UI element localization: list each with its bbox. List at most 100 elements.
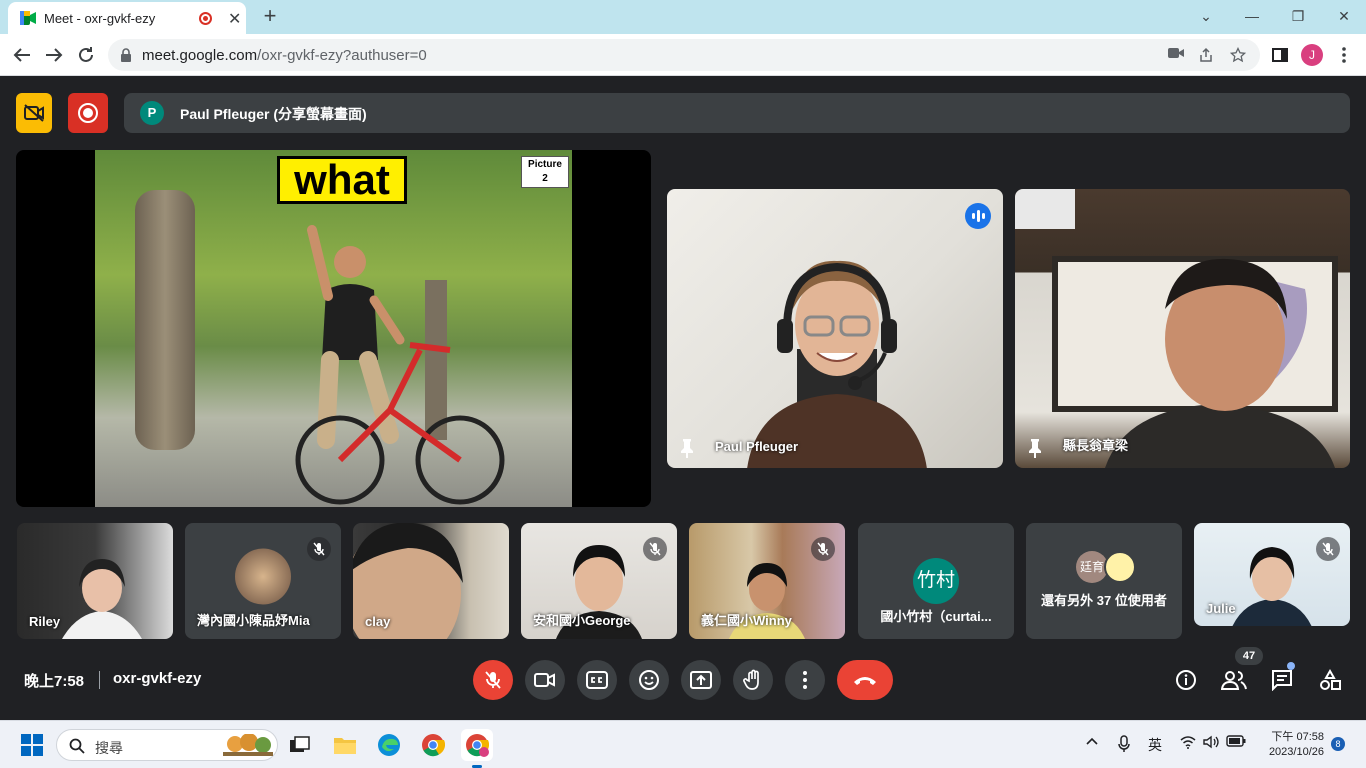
side-panel-icon <box>1272 48 1288 62</box>
participant-tile-paul[interactable]: Paul Pfleuger <box>667 189 1003 468</box>
participant-tile-curtain[interactable]: 竹村 國小竹村（curtai... <box>858 523 1014 639</box>
tab-close-button[interactable]: ✕ <box>228 9 241 29</box>
chrome-icon <box>422 734 445 757</box>
address-bar[interactable]: meet.google.com/oxr-gvkf-ezy?authuser=0 <box>108 39 1260 71</box>
notification-badge[interactable]: 8 <box>1331 737 1345 751</box>
chevron-up-icon <box>1086 737 1098 745</box>
back-button[interactable] <box>10 43 34 67</box>
chrome-active-button[interactable] <box>461 729 493 761</box>
tree-trunk <box>135 190 195 450</box>
battery-icon[interactable] <box>1226 735 1246 747</box>
video-camera-icon <box>534 673 555 687</box>
reload-icon <box>79 47 93 62</box>
mic-off-icon <box>485 671 501 689</box>
slide-image: what Picture 2 <box>95 150 572 507</box>
participant-tile-george[interactable]: 安和國小George <box>521 523 677 639</box>
lock-icon[interactable] <box>120 48 132 62</box>
taskbar: 搜尋 英 下午 07:58 2023/10/26 8 <box>0 720 1366 768</box>
new-tab-button[interactable]: + <box>258 4 282 28</box>
mic-off-icon <box>643 537 667 561</box>
emoji-icon <box>639 670 659 690</box>
presentation-tile[interactable]: what Picture 2 <box>16 150 651 507</box>
arrow-right-icon <box>46 48 63 62</box>
hand-icon <box>743 669 759 690</box>
camera-button[interactable] <box>525 660 565 700</box>
raise-hand-button[interactable] <box>733 660 773 700</box>
folder-icon <box>334 738 356 754</box>
present-now-button[interactable] <box>681 660 721 700</box>
leave-call-button[interactable] <box>837 660 893 700</box>
picture-number: 2 <box>542 173 548 184</box>
participant-name: Paul Pfleuger <box>715 439 799 454</box>
minimize-button[interactable]: — <box>1232 4 1272 28</box>
file-explorer-button[interactable] <box>329 729 361 761</box>
participant-tile-clay[interactable]: clay <box>353 523 509 639</box>
search-placeholder: 搜尋 <box>95 740 123 756</box>
volume-icon[interactable] <box>1203 735 1219 749</box>
microphone-tray-icon[interactable] <box>1117 735 1131 753</box>
forward-button[interactable] <box>42 43 66 67</box>
taskbar-clock[interactable]: 下午 07:58 2023/10/26 <box>1250 730 1324 760</box>
meet-favicon-icon <box>20 11 36 25</box>
more-options-button[interactable] <box>785 660 825 700</box>
pin-icon[interactable] <box>1027 438 1043 458</box>
participant-tile-julie[interactable]: Julie <box>1194 523 1350 626</box>
reload-button[interactable] <box>74 43 98 67</box>
url-path: /oxr-gvkf-ezy?authuser=0 <box>257 47 427 64</box>
pin-icon[interactable] <box>679 438 695 458</box>
kebab-menu-icon <box>1342 47 1346 63</box>
participant-name: Julie <box>1206 601 1236 616</box>
presenter-banner-text: Paul Pfleuger (分享螢幕畫面) <box>180 106 367 122</box>
speaking-indicator-icon <box>965 203 991 229</box>
browser-menu-button[interactable] <box>1332 43 1356 67</box>
tab-meet[interactable]: Meet - oxr-gvkf-ezy ✕ <box>8 2 246 34</box>
slide-picture-label: Picture 2 <box>521 156 569 188</box>
share-icon[interactable] <box>1198 47 1216 65</box>
participant-tile-mayor[interactable]: 縣長翁章梁 <box>1015 189 1350 468</box>
camera-off-icon <box>24 104 44 122</box>
reactions-button[interactable] <box>629 660 669 700</box>
mic-off-icon <box>811 537 835 561</box>
participant-tile-winny[interactable]: 義仁國小Winny <box>689 523 845 639</box>
recording-button[interactable] <box>68 93 108 133</box>
more-participants-tile[interactable]: 廷育 還有另外 37 位使用者 <box>1026 523 1182 639</box>
participant-avatar: 竹村 <box>913 558 959 604</box>
taskbar-search[interactable]: 搜尋 <box>56 729 278 761</box>
wifi-icon[interactable] <box>1180 735 1196 749</box>
participant-video-riley <box>62 559 142 639</box>
start-button[interactable] <box>16 729 48 761</box>
captions-button[interactable] <box>577 660 617 700</box>
edge-browser-button[interactable] <box>373 729 405 761</box>
meeting-details-button[interactable] <box>1170 664 1202 696</box>
url-text: meet.google.com/oxr-gvkf-ezy?authuser=0 <box>142 47 427 64</box>
participant-name: 國小竹村（curtai... <box>880 609 992 624</box>
chrome-profile-icon <box>466 734 489 757</box>
profile-avatar[interactable]: J <box>1301 44 1323 66</box>
search-highlight-trees-icon <box>223 734 273 758</box>
participant-tile-riley[interactable]: Riley <box>17 523 173 639</box>
maximize-button[interactable]: ❐ <box>1278 4 1318 28</box>
microphone-button[interactable] <box>473 660 513 700</box>
participant-name: clay <box>365 614 391 629</box>
man-on-bicycle-illustration <box>295 225 505 505</box>
window-close-button[interactable]: ✕ <box>1324 4 1364 28</box>
tab-strip: Meet - oxr-gvkf-ezy ✕ + ⌄ — ❐ ✕ <box>0 0 1366 34</box>
task-view-button[interactable] <box>284 729 316 761</box>
activities-button[interactable] <box>1314 664 1346 696</box>
presenter-avatar: P <box>140 101 164 125</box>
camera-in-use-icon[interactable] <box>1168 47 1186 65</box>
url-host: meet.google.com <box>142 47 258 64</box>
participant-tile-mia[interactable]: 灣內國小陳品妤Mia <box>185 523 341 639</box>
participant-video-mayor <box>1015 189 1338 468</box>
participant-name: 縣長翁章梁 <box>1063 438 1129 453</box>
side-panel-button[interactable] <box>1268 43 1292 67</box>
input-method-indicator[interactable]: 英 <box>1148 735 1162 755</box>
chrome-button[interactable] <box>417 729 449 761</box>
people-button[interactable] <box>1218 664 1250 696</box>
participant-name: 安和國小George <box>533 613 631 628</box>
bookmark-star-icon[interactable] <box>1230 47 1248 65</box>
tab-title: Meet - oxr-gvkf-ezy <box>44 11 156 26</box>
tab-search-button[interactable]: ⌄ <box>1186 4 1226 28</box>
show-hidden-icons-button[interactable] <box>1085 735 1099 749</box>
camera-off-button[interactable] <box>16 93 52 133</box>
